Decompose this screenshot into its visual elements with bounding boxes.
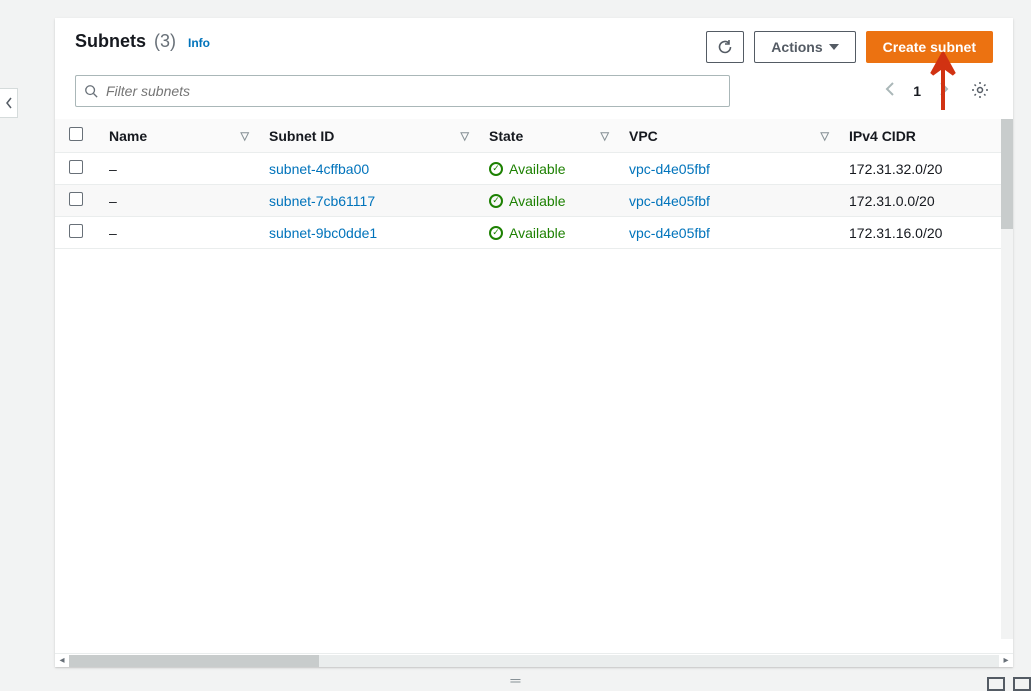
horizontal-scrollbar-track[interactable]: [69, 655, 999, 667]
table-container: Name ▽ Subnet ID ▽ State ▽ VPC: [55, 119, 1013, 667]
cell-name: –: [97, 185, 257, 217]
sort-icon: ▽: [821, 129, 829, 142]
page-number: 1: [913, 83, 921, 99]
page-title: Subnets: [75, 31, 146, 52]
chevron-left-icon: [885, 82, 895, 96]
subnet-id-link[interactable]: subnet-7cb61117: [269, 193, 375, 209]
prev-page-button[interactable]: [881, 78, 899, 105]
layout-icon-1[interactable]: [987, 677, 1005, 691]
cell-name: –: [97, 217, 257, 249]
row-checkbox[interactable]: [69, 160, 83, 174]
check-circle-icon: ✓: [489, 226, 503, 240]
chevron-right-icon: [939, 82, 949, 96]
header-actions: Actions Create subnet: [706, 31, 993, 63]
select-all-header: [55, 119, 97, 153]
vertical-scrollbar-thumb[interactable]: [1001, 119, 1013, 229]
col-ipv4-cidr[interactable]: IPv4 CIDR: [837, 119, 1013, 153]
row-checkbox[interactable]: [69, 224, 83, 238]
sort-icon: ▽: [601, 129, 609, 142]
table-header-row: Name ▽ Subnet ID ▽ State ▽ VPC: [55, 119, 1013, 153]
pagination: 1: [881, 77, 993, 106]
sort-icon: ▽: [461, 129, 469, 142]
col-vpc[interactable]: VPC ▽: [617, 119, 837, 153]
subnet-id-link[interactable]: subnet-9bc0dde1: [269, 225, 377, 241]
vertical-scrollbar[interactable]: [1001, 119, 1013, 639]
cell-state: ✓Available: [489, 225, 605, 241]
bottom-layout-icons: [987, 677, 1031, 691]
check-circle-icon: ✓: [489, 194, 503, 208]
caret-down-icon: [829, 44, 839, 50]
filter-input[interactable]: [106, 83, 721, 99]
layout-icon-2[interactable]: [1013, 677, 1031, 691]
scroll-left-arrow[interactable]: ◂: [55, 655, 69, 666]
cell-state: ✓Available: [489, 161, 605, 177]
actions-button[interactable]: Actions: [754, 31, 855, 63]
settings-button[interactable]: [967, 77, 993, 106]
col-subnet-id[interactable]: Subnet ID ▽: [257, 119, 477, 153]
gear-icon: [971, 81, 989, 99]
vpc-link[interactable]: vpc-d4e05fbf: [629, 193, 710, 209]
row-checkbox[interactable]: [69, 192, 83, 206]
col-state[interactable]: State ▽: [477, 119, 617, 153]
horizontal-scrollbar[interactable]: ◂ ▸: [55, 653, 1013, 667]
chevron-left-icon: [5, 97, 13, 109]
table-row[interactable]: –subnet-7cb61117 ✓Available vpc-d4e05fbf 17…: [55, 185, 1013, 217]
cell-ipv4-cidr: 172.31.0.0/20: [837, 185, 1013, 217]
check-circle-icon: ✓: [489, 162, 503, 176]
vpc-link[interactable]: vpc-d4e05fbf: [629, 225, 710, 241]
subnets-table: Name ▽ Subnet ID ▽ State ▽ VPC: [55, 119, 1013, 249]
cell-ipv4-cidr: 172.31.16.0/20: [837, 217, 1013, 249]
filter-box[interactable]: [75, 75, 730, 107]
refresh-button[interactable]: [706, 31, 744, 63]
refresh-icon: [717, 39, 733, 55]
create-subnet-button[interactable]: Create subnet: [866, 31, 993, 63]
next-page-button[interactable]: [935, 78, 953, 105]
cell-name: –: [97, 153, 257, 185]
filter-row: 1: [55, 75, 1013, 119]
actions-label: Actions: [771, 39, 822, 55]
table-row[interactable]: –subnet-4cffba00 ✓Available vpc-d4e05fbf 17…: [55, 153, 1013, 185]
sort-icon: ▽: [241, 129, 249, 142]
sidebar-collapse-toggle[interactable]: [0, 88, 18, 118]
title-area: Subnets (3) Info: [75, 31, 210, 52]
cell-state: ✓Available: [489, 193, 605, 209]
scroll-right-arrow[interactable]: ▸: [999, 655, 1013, 666]
page-count: (3): [154, 31, 176, 52]
cell-ipv4-cidr: 172.31.32.0/20: [837, 153, 1013, 185]
bottom-resize-handle[interactable]: ═: [18, 673, 1013, 687]
info-link[interactable]: Info: [188, 36, 210, 50]
vpc-link[interactable]: vpc-d4e05fbf: [629, 161, 710, 177]
select-all-checkbox[interactable]: [69, 127, 83, 141]
panel-header: Subnets (3) Info Actions Create subnet: [55, 18, 1013, 75]
search-icon: [84, 84, 98, 98]
subnets-panel: Subnets (3) Info Actions Create subnet: [55, 18, 1013, 667]
horizontal-scrollbar-thumb[interactable]: [69, 655, 319, 667]
subnet-id-link[interactable]: subnet-4cffba00: [269, 161, 369, 177]
table-row[interactable]: –subnet-9bc0dde1 ✓Available vpc-d4e05fbf 17…: [55, 217, 1013, 249]
col-name[interactable]: Name ▽: [97, 119, 257, 153]
